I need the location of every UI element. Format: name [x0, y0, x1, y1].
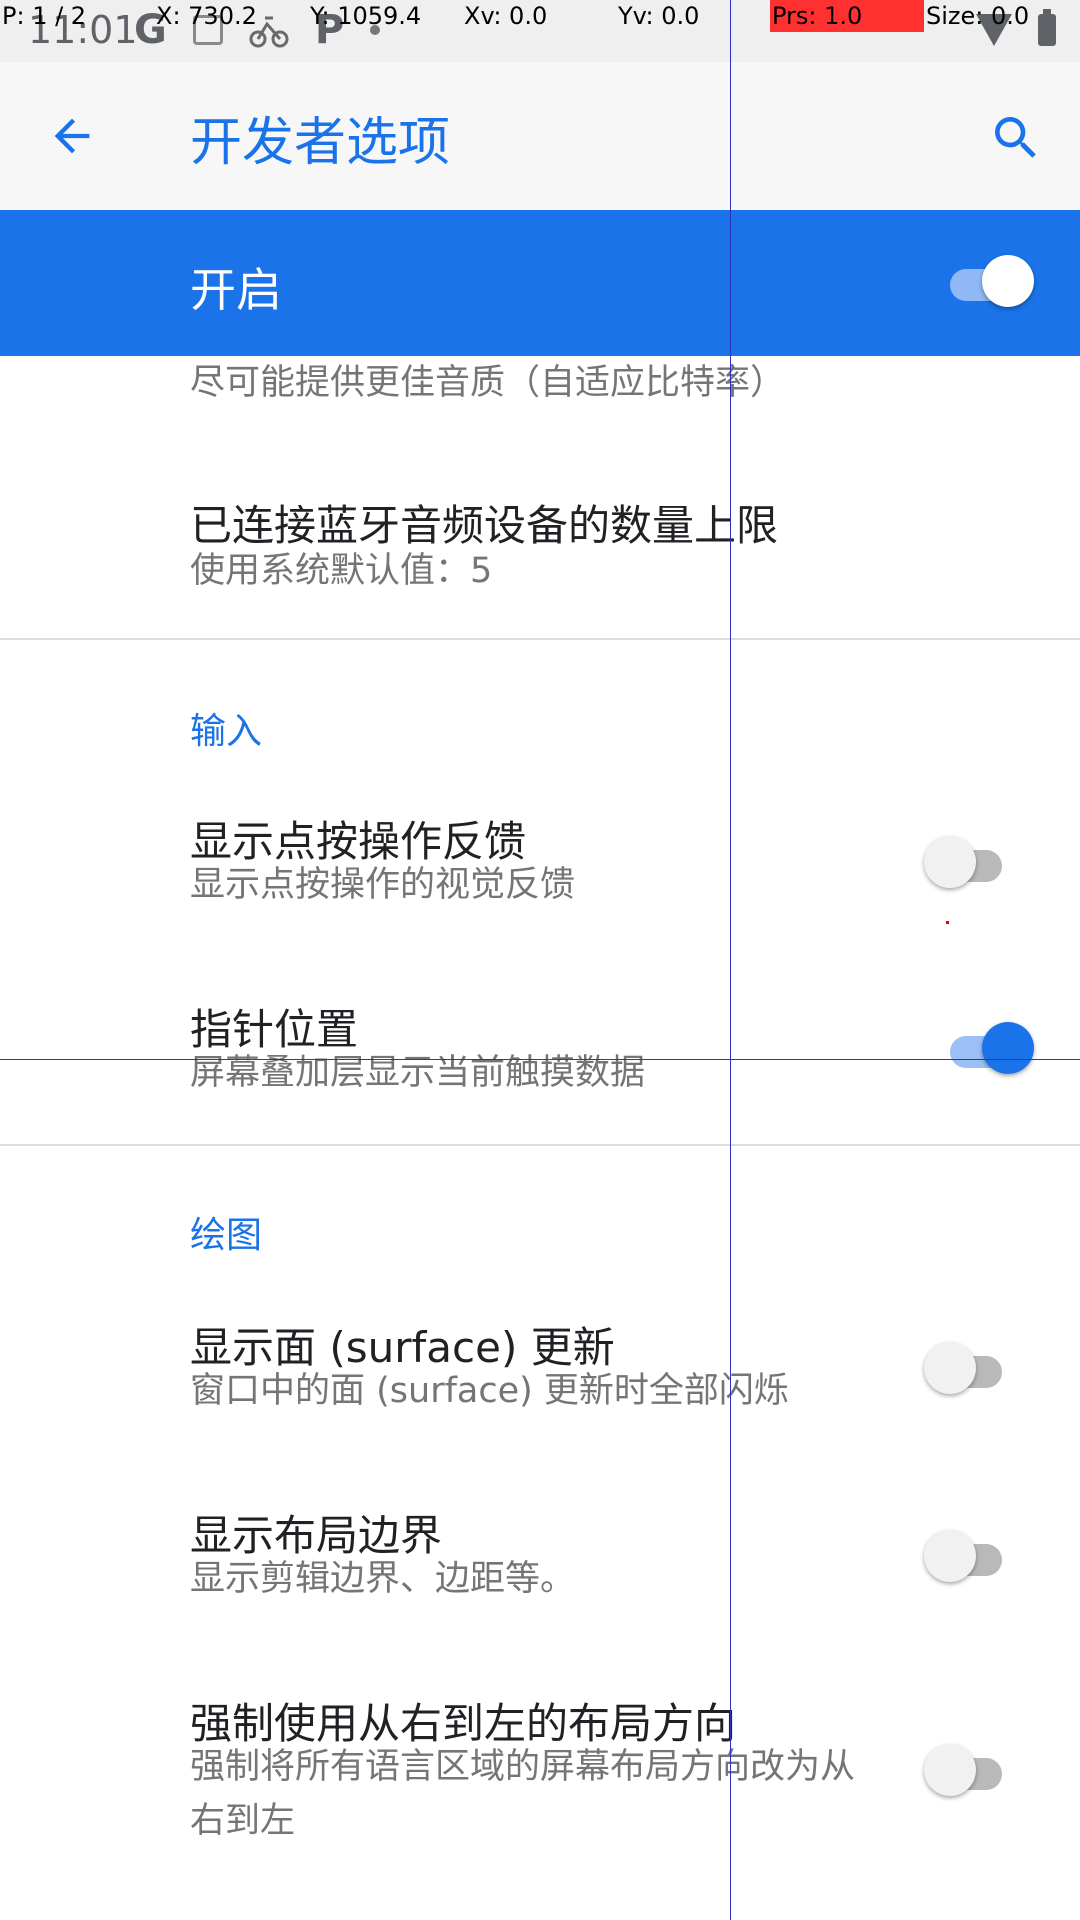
pointer-crosshair-horizontal [0, 1059, 1080, 1060]
layout-bounds-summary: 显示剪辑边界、边距等。 [190, 1559, 576, 1599]
pointer-y: Y: 1059.4 [310, 2, 422, 30]
show-taps-toggle[interactable] [924, 836, 1008, 892]
pointer-location-toggle[interactable] [944, 1022, 1034, 1078]
toggle-thumb [924, 1530, 976, 1582]
toggle-thumb [924, 1342, 976, 1394]
category-input: 输入 [190, 711, 263, 752]
toggle-thumb [924, 836, 976, 888]
toggle-thumb [924, 1744, 976, 1796]
arrow-back-icon [54, 118, 90, 154]
pointer-info-overlay: P: 1 / 2 X: 730.2 Y: 1059.4 Xv: 0.0 Yv: … [0, 0, 1080, 32]
pointer-location-summary: 屏幕叠加层显示当前触摸数据 [190, 1053, 646, 1093]
master-toggle[interactable] [944, 255, 1034, 311]
pointer-crosshair-vertical [730, 0, 731, 1920]
force-rtl-summary: 强制将所有语言区域的屏幕布局方向改为从右到左 [190, 1747, 856, 1841]
pointer-xv: Xv: 0.0 [464, 2, 548, 30]
pointer-pressure: Prs: 1.0 [772, 2, 863, 30]
audio-quality-summary: 尽可能提供更佳音质（自适应比特率） [190, 363, 786, 403]
search-icon [995, 117, 1036, 158]
pointer-x: X: 730.2 [156, 2, 257, 30]
show-taps-summary: 显示点按操作的视觉反馈 [190, 865, 576, 905]
pointer-count: P: 1 / 2 [2, 2, 87, 30]
pointer-size: Size: 0.0 [926, 2, 1030, 30]
layout-bounds-toggle[interactable] [924, 1530, 1008, 1586]
app-bar: 开发者选项 [0, 62, 1080, 210]
master-switch-bar[interactable]: 开启 [0, 210, 1080, 356]
bt-device-limit-summary: 使用系统默认值：5 [190, 551, 493, 591]
page-title: 开发者选项 [190, 113, 451, 173]
surface-updates-toggle[interactable] [924, 1342, 1008, 1398]
pointer-yv: Yv: 0.0 [618, 2, 700, 30]
divider [0, 1144, 1080, 1146]
toggle-thumb [982, 255, 1034, 307]
back-button[interactable] [44, 108, 100, 164]
touch-trace-dot [946, 921, 949, 924]
divider [0, 638, 1080, 640]
master-switch-label: 开启 [190, 263, 282, 317]
search-button[interactable] [984, 106, 1048, 170]
force-rtl-toggle[interactable] [924, 1744, 1008, 1800]
category-drawing: 绘图 [190, 1215, 263, 1256]
surface-updates-summary: 窗口中的面 (surface) 更新时全部闪烁 [190, 1371, 789, 1411]
toggle-thumb [982, 1022, 1034, 1074]
